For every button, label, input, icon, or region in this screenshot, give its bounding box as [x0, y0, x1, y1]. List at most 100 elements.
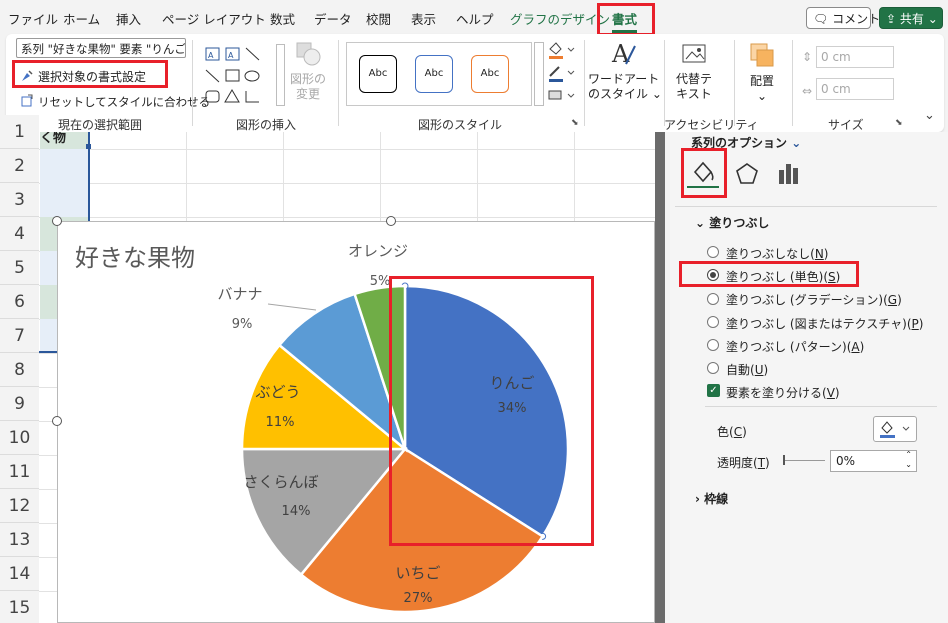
row-header[interactable]: 1 [0, 115, 39, 149]
series-options-tab[interactable] [773, 158, 805, 190]
slice-percent-5[interactable]: 5% [370, 274, 391, 289]
chart-resize-handle[interactable] [52, 416, 62, 426]
row-header[interactable]: 5 [0, 251, 39, 285]
chart-resize-handle[interactable] [386, 216, 396, 226]
row-header[interactable]: 4 [0, 217, 39, 251]
comment-button[interactable]: 🗨 コメント [806, 7, 880, 29]
pane-splitter[interactable] [655, 132, 665, 623]
option-picture-fill[interactable]: 塗りつぶし (図またはテクスチャ)(P) [726, 315, 923, 332]
option-pattern-fill[interactable]: 塗りつぶし (パターン)(A) [726, 338, 864, 355]
cell-a3[interactable] [40, 183, 89, 217]
menu-view[interactable]: 表示 [411, 9, 436, 28]
menu-data[interactable]: データ [314, 9, 352, 28]
radio-picture-fill[interactable] [707, 316, 719, 328]
reset-style-button[interactable]: リセットしてスタイルに合わせる [20, 94, 210, 110]
spinner-icon[interactable]: ⌃ ⌄ [905, 450, 912, 470]
row-header[interactable]: 9 [0, 387, 39, 421]
menu-help[interactable]: ヘルプ [456, 9, 494, 28]
row-header[interactable]: 10 [0, 421, 39, 455]
option-label: 塗りつぶし (図またはテクスチャ) [726, 317, 907, 331]
slice-percent-2[interactable]: 14% [282, 504, 311, 519]
dialog-launcher-icon[interactable]: ⬊ [895, 118, 903, 128]
pie-chart[interactable]: 好きな果物 りんご 34% いちご 27% さくらんぼ 14% ぶどう 11% バナナ 9% オレン… [57, 221, 655, 623]
svg-text:A: A [228, 51, 234, 60]
shape-fill-button[interactable] [546, 40, 580, 63]
effects-tab[interactable] [731, 158, 763, 190]
style-gallery-scroll[interactable] [534, 42, 544, 106]
radio-no-fill[interactable] [707, 246, 719, 258]
style-sample-blue[interactable]: Abc [415, 55, 453, 93]
menu-chart-design[interactable]: グラフのデザイン [510, 9, 610, 28]
transparency-input[interactable]: 0% ⌃ ⌄ [830, 450, 917, 472]
width-icon: ⇔ [802, 84, 813, 98]
ribbon-separator [584, 40, 585, 126]
change-shape-label-1: 図形の [289, 72, 326, 86]
row-header[interactable]: 8 [0, 353, 39, 387]
wordart-label-2: のスタイル [588, 87, 649, 101]
change-shape-label-2: 変更 [295, 87, 320, 101]
dialog-launcher-icon[interactable]: ⬊ [571, 118, 579, 128]
arrange-button[interactable]: 配置 ⌄ [740, 40, 784, 104]
wordart-styles-button[interactable]: A ワードアート のスタイル ⌄ [588, 38, 662, 102]
color-label-key: C [733, 425, 743, 439]
radio-automatic[interactable] [707, 362, 719, 374]
row-header[interactable]: 7 [0, 319, 39, 353]
fill-handle[interactable] [86, 144, 91, 149]
menu-file[interactable]: ファイル [8, 9, 58, 28]
slice-label-4[interactable]: バナナ [217, 285, 262, 303]
row-header[interactable]: 2 [0, 149, 39, 183]
transparency-slider-track[interactable] [785, 460, 825, 461]
ribbon: 系列 "好きな果物" 要素 "りんご" 選択対象の書式設定 リセットしてスタイル… [6, 34, 944, 132]
chevron-right-icon: › [695, 492, 705, 506]
alt-text-button[interactable]: 代替テ キスト [670, 42, 718, 102]
comment-label: コメント [832, 12, 881, 26]
highlight-format-selection [12, 60, 168, 88]
shape-outline-button[interactable] [546, 63, 580, 86]
row-header[interactable]: 15 [0, 591, 39, 623]
fill-section-header[interactable]: ⌄ 塗りつぶし [695, 214, 769, 231]
shapes-gallery[interactable]: A A [204, 44, 274, 106]
width-input: 0 cm [816, 78, 894, 100]
vary-colors-label[interactable]: 要素を塗り分ける(V) [726, 384, 840, 401]
row-header[interactable]: 14 [0, 557, 39, 591]
share-button[interactable]: ⇪ 共有 ⌄ [879, 7, 943, 29]
chart-resize-handle[interactable] [52, 216, 62, 226]
menu-home[interactable]: ホーム [63, 9, 100, 28]
menu-page-layout[interactable]: ページ レイアウト [162, 9, 266, 28]
slice-label-3[interactable]: ぶどう [255, 383, 300, 401]
option-automatic[interactable]: 自動(U) [726, 361, 768, 378]
slice-label-5[interactable]: オレンジ [348, 242, 408, 260]
pentagon-icon [736, 163, 758, 184]
vary-colors-text: 要素を塗り分ける [726, 386, 823, 400]
row-header[interactable]: 13 [0, 523, 39, 557]
shape-effects-button[interactable] [546, 86, 580, 109]
slice-label-2[interactable]: さくらんぼ [243, 473, 318, 491]
border-section-header[interactable]: › 枠線 [695, 490, 728, 507]
slice-percent-1[interactable]: 27% [404, 591, 433, 606]
row-header[interactable]: 11 [0, 455, 39, 489]
row-header[interactable]: 12 [0, 489, 39, 523]
slice-percent-3[interactable]: 11% [266, 415, 295, 430]
fill-color-button[interactable] [873, 416, 917, 442]
chart-element-selector[interactable]: 系列 "好きな果物" 要素 "りんご" [16, 38, 186, 58]
row-header[interactable]: 6 [0, 285, 39, 319]
slice-label-1[interactable]: いちご [395, 564, 440, 582]
vary-colors-checkbox[interactable]: ✓ [707, 384, 720, 397]
menu-formulas[interactable]: 数式 [270, 9, 295, 28]
style-sample-black[interactable]: Abc [359, 55, 397, 93]
cell-a2[interactable] [40, 149, 89, 183]
option-no-fill[interactable]: 塗りつぶしなし(N) [726, 245, 828, 262]
shapes-gallery-scroll[interactable] [276, 44, 285, 106]
slice-percent-4[interactable]: 9% [232, 317, 253, 332]
wordart-label-1: ワードアート [588, 72, 660, 86]
menu-review[interactable]: 校閲 [366, 9, 391, 28]
radio-pattern-fill[interactable] [707, 339, 719, 351]
option-gradient-fill[interactable]: 塗りつぶし (グラデーション)(G) [726, 291, 902, 308]
style-sample-orange[interactable]: Abc [471, 55, 509, 93]
menu-insert[interactable]: 挿入 [116, 9, 141, 28]
radio-gradient-fill[interactable] [707, 293, 719, 305]
row-header[interactable]: 3 [0, 183, 39, 217]
worksheet[interactable]: 1 2 3 4 5 6 7 8 9 10 11 12 13 14 15 く物 好きな果物 りんご 34% いちご… [0, 115, 655, 623]
transparency-value: 0% [836, 454, 856, 468]
collapse-ribbon-icon[interactable]: ⌄ [924, 108, 935, 123]
